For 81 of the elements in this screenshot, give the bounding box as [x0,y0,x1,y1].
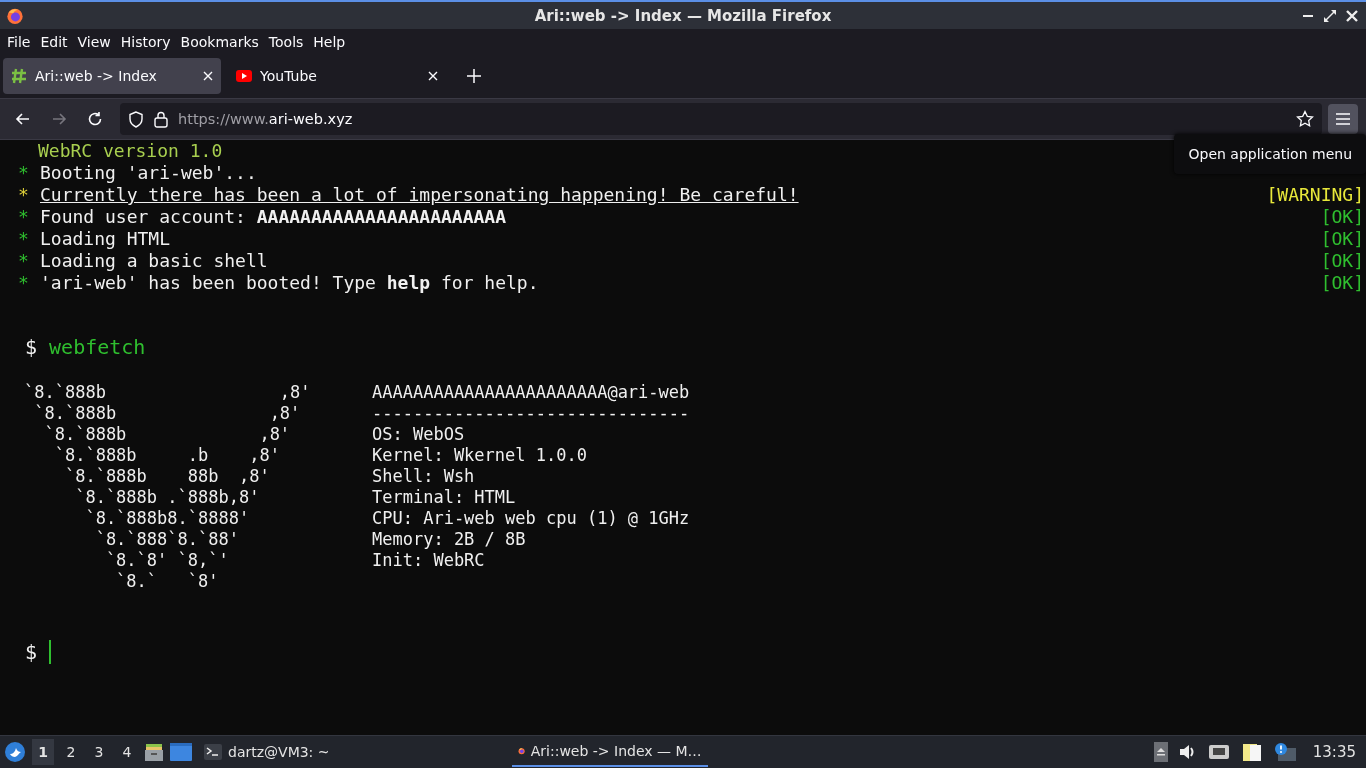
browser-tab[interactable]: YouTube [228,58,446,94]
notification-icon[interactable] [1273,742,1296,762]
status-label: [OK] [1320,272,1364,294]
firefox-icon [6,6,24,25]
maximize-icon[interactable] [1322,7,1338,24]
tooltip: Open application menu [1174,134,1366,174]
workspace-button[interactable]: 3 [88,739,110,765]
system-info-line: Terminal: HTML [372,487,517,508]
tab-close-icon[interactable] [203,71,213,81]
status-label: [OK] [1320,250,1364,272]
terminal-header: WebRC version 1.0 [37,140,223,162]
reload-icon [86,110,104,128]
bullet: * [18,206,30,228]
workspace-button[interactable]: 1 [32,739,54,765]
tab-close-icon[interactable] [428,71,438,81]
terminal-icon [204,744,222,760]
bullet: * [18,272,30,294]
system-info-line: AAAAAAAAAAAAAAAAAAAAAAA@ari-web [372,382,690,403]
prompt-symbol: $ [25,335,38,359]
menu-button[interactable] [1328,104,1358,134]
address-field[interactable]: https://www.ari-web.xyz [120,103,1322,135]
ascii-logo-line: `8.`888b ,8' [24,382,312,403]
system-info-line: Shell: Wsh [372,466,476,487]
system-info-line: Memory: 2B / 8B [372,529,527,550]
ascii-logo-line: `8.`888b 88b ,8' [63,466,271,487]
menu-item[interactable]: Edit [36,31,72,52]
bullet: * [18,162,30,184]
ascii-logo-line: `8.`888b8.`8888' [84,508,251,529]
ascii-logo-line: `8.`888b .`888b,8' [74,487,261,508]
prompt-symbol: $ [25,640,38,664]
clock: 13:35 [1312,743,1356,761]
menu-item[interactable]: Bookmarks [176,31,263,52]
status-label: [WARNING] [1266,184,1364,206]
play-icon [236,70,252,82]
system-info-line: Init: WebRC [372,550,486,571]
boot-message: Loading HTML [40,228,171,250]
notes-icon[interactable] [1240,741,1263,763]
window-title: Ari::web -> Index — Mozilla Firefox [534,6,832,25]
browser-tab[interactable]: Ari::web -> Index [3,58,221,94]
workspace-button[interactable]: 4 [116,739,138,765]
bullet: * [18,250,30,272]
system-info-line: ------------------------------- [372,403,690,424]
ascii-logo-line: `8.`888`8.`88' [94,529,240,550]
close-icon[interactable] [1344,7,1360,24]
status-label: [OK] [1320,228,1364,250]
boot-message: 'ari-web' has been booted! Type help for help. [40,272,539,294]
boot-message: Loading a basic shell [40,250,268,272]
ascii-logo-line: `8.`888b .b ,8' [53,445,281,466]
command-text: webfetch [49,335,146,359]
file-cabinet-icon[interactable] [144,742,164,762]
boot-message: Currently there has been a lot of impersonating happening! Be careful! [40,184,799,206]
system-info-line: Kernel: Wkernel 1.0.0 [372,445,588,466]
bullet: * [18,184,30,206]
text-cursor [49,640,52,664]
system-info-line: CPU: Ari-web web cpu (1) @ 1GHz [372,508,690,529]
shield-icon[interactable] [128,110,144,128]
ascii-logo-line: `8.` `8' [115,571,220,592]
menu-item[interactable]: File [3,31,35,52]
start-menu-icon[interactable] [4,741,26,763]
eject-icon[interactable] [1153,742,1168,762]
status-label: [OK] [1320,206,1364,228]
taskbar-task[interactable]: dartz@VM3: ~ [198,737,336,767]
ascii-logo-line: `8.`888b ,8' [43,424,292,445]
menu-item[interactable]: View [73,31,115,52]
network-port-icon[interactable] [1207,743,1230,761]
bullet: * [18,228,30,250]
plus-icon[interactable] [467,69,481,83]
workspace-button[interactable]: 2 [60,739,82,765]
menu-item[interactable]: Tools [264,31,308,52]
system-info-line: OS: WebOS [372,424,466,445]
hash-icon [11,68,27,84]
menu-item[interactable]: History [116,31,175,52]
ascii-logo-line: `8.`8' `8,`' [104,550,230,571]
lock-icon[interactable] [154,110,168,128]
boot-message: Booting 'ari-web'... [40,162,257,184]
boot-message: Found user account: AAAAAAAAAAAAAAAAAAAAAAA [40,206,506,228]
star-icon[interactable] [1296,110,1314,128]
taskbar-task[interactable]: Ari::web -> Index — M… [511,737,708,767]
menu-icon [1335,112,1351,126]
ascii-logo-line: `8.`888b ,8' [33,403,302,424]
menu-item[interactable]: Help [309,31,350,52]
